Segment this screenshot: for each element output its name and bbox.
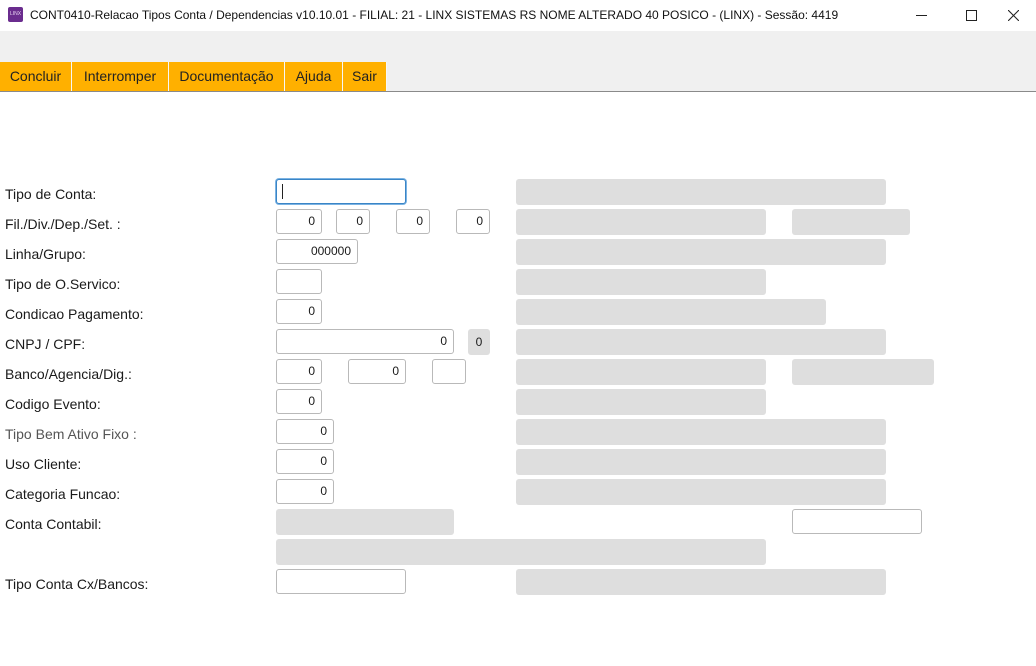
linha-grupo-description	[516, 239, 886, 265]
banco-input[interactable]: 0	[276, 359, 322, 384]
cnpj-digit-display: 0	[468, 329, 490, 355]
minimize-icon	[915, 15, 927, 16]
tipo-conta-cx-description	[516, 569, 886, 595]
tipo-os-description	[516, 269, 766, 295]
filial-input[interactable]: 0	[276, 209, 322, 234]
interromper-button[interactable]: Interromper	[72, 62, 169, 91]
sair-button[interactable]: Sair	[343, 62, 387, 91]
tipo-bem-description	[516, 419, 886, 445]
tipo-bem-label: Tipo Bem Ativo Fixo :	[5, 426, 137, 442]
cond-pagamento-description	[516, 299, 826, 325]
codigo-evento-description	[516, 389, 766, 415]
window-title: CONT0410-Relacao Tipos Conta / Dependenc…	[30, 8, 839, 22]
maximize-button[interactable]	[948, 0, 994, 31]
ajuda-button[interactable]: Ajuda	[285, 62, 343, 91]
cond-pagamento-input[interactable]: 0	[276, 299, 322, 324]
divisao-input[interactable]: 0	[336, 209, 370, 234]
linha-grupo-input[interactable]: 000000	[276, 239, 358, 264]
concluir-button[interactable]: Concluir	[0, 62, 72, 91]
close-icon	[1007, 10, 1019, 21]
categoria-funcao-input[interactable]: 0	[276, 479, 334, 504]
minimize-button[interactable]	[898, 0, 944, 31]
fil-div-description	[516, 209, 766, 235]
conta-contabil-code	[276, 509, 454, 535]
categoria-funcao-label: Categoria Funcao:	[5, 486, 121, 502]
uso-cliente-description	[516, 449, 886, 475]
cond-pagamento-label: Condicao Pagamento:	[5, 306, 144, 322]
conta-contabil-description	[276, 539, 766, 565]
fil-div-description-2	[792, 209, 910, 235]
app-logo-icon: LINX	[8, 7, 23, 22]
tipo-conta-cx-input[interactable]	[276, 569, 406, 594]
tipo-os-label: Tipo de O.Servico:	[5, 276, 121, 292]
agencia-input[interactable]: 0	[348, 359, 406, 384]
maximize-icon	[965, 10, 977, 21]
tipo-bem-input[interactable]: 0	[276, 419, 334, 444]
setor-input[interactable]: 0	[456, 209, 490, 234]
tipo-conta-label: Tipo de Conta:	[5, 186, 97, 202]
cnpj-cpf-input[interactable]: 0	[276, 329, 454, 354]
codigo-evento-input[interactable]: 0	[276, 389, 322, 414]
close-button[interactable]	[990, 0, 1036, 31]
tipo-os-input[interactable]	[276, 269, 322, 294]
fil-div-label: Fil./Div./Dep./Set. :	[5, 216, 121, 232]
categoria-funcao-description	[516, 479, 886, 505]
text-caret	[282, 184, 283, 200]
cnpj-cpf-description	[516, 329, 886, 355]
linha-grupo-label: Linha/Grupo:	[5, 246, 86, 262]
documentacao-button[interactable]: Documentação	[169, 62, 285, 91]
uso-cliente-label: Uso Cliente:	[5, 456, 82, 472]
tipo-conta-cx-label: Tipo Conta Cx/Bancos:	[5, 576, 149, 592]
uso-cliente-input[interactable]: 0	[276, 449, 334, 474]
cnpj-cpf-label: CNPJ / CPF:	[5, 336, 86, 352]
departamento-input[interactable]: 0	[396, 209, 430, 234]
title-bar: LINX CONT0410-Relacao Tipos Conta / Depe…	[0, 0, 1036, 31]
toolbar: Concluir Interromper Documentação Ajuda …	[0, 31, 1036, 92]
tipo-conta-input[interactable]	[276, 179, 406, 204]
banco-label: Banco/Agencia/Dig.:	[5, 366, 132, 382]
conta-contabil-label: Conta Contabil:	[5, 516, 102, 532]
digito-input[interactable]	[432, 359, 466, 384]
codigo-evento-label: Codigo Evento:	[5, 396, 101, 412]
conta-contabil-input[interactable]	[792, 509, 922, 534]
tipo-conta-description	[516, 179, 886, 205]
agencia-description	[792, 359, 934, 385]
banco-description	[516, 359, 766, 385]
